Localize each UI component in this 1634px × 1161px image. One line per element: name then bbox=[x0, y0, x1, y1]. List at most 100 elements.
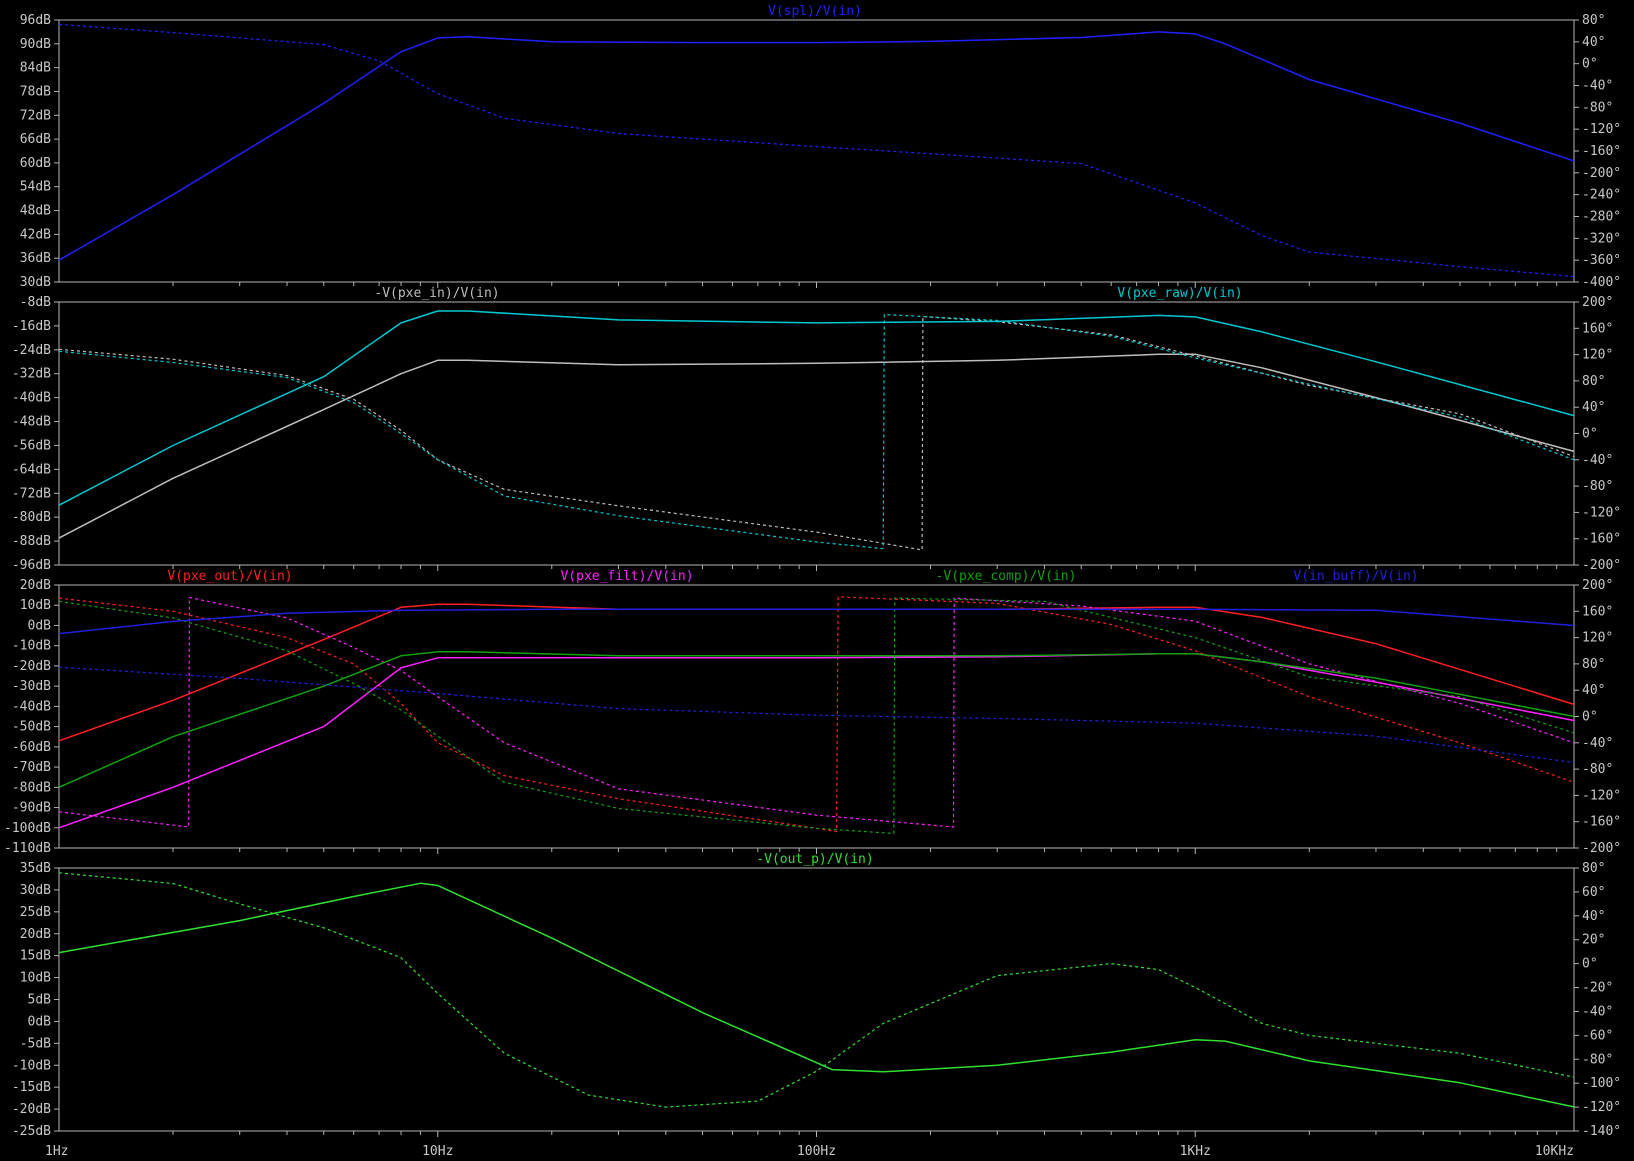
left-tick-label: -50dB bbox=[12, 720, 51, 735]
left-tick-label: -30dB bbox=[12, 679, 51, 694]
left-tick-label: 20dB bbox=[20, 927, 51, 942]
right-tick-label: -360° bbox=[1582, 253, 1621, 268]
series-magnitude-line bbox=[58, 653, 1575, 829]
right-tick-label: -120° bbox=[1582, 788, 1621, 803]
right-tick-label: -120° bbox=[1582, 505, 1621, 520]
left-tick-label: 84dB bbox=[20, 61, 51, 76]
x-tick-label: 10Hz bbox=[422, 1144, 453, 1159]
left-tick-label: -100dB bbox=[4, 821, 51, 836]
x-tick-label: 10KHz bbox=[1535, 1144, 1574, 1159]
right-tick-label: -100° bbox=[1582, 1076, 1621, 1091]
left-tick-label: -48dB bbox=[12, 415, 51, 430]
series-phase-line bbox=[58, 597, 1575, 835]
series-legend-label: -V(pxe_comp)/V(in) bbox=[936, 569, 1077, 584]
right-tick-label: 80° bbox=[1582, 13, 1605, 28]
left-tick-label: -80dB bbox=[12, 780, 51, 795]
pane-4: 35dB 30dB 25dB 20dB 15dB 10dB 5dB 0dB -5dB -10dB -… bbox=[12, 852, 1621, 1139]
series-legend-label: V(in_buff)/V(in) bbox=[1293, 569, 1418, 584]
right-tick-label: 40° bbox=[1582, 683, 1605, 698]
right-tick-label: -80° bbox=[1582, 479, 1613, 494]
left-tick-label: -24dB bbox=[12, 343, 51, 358]
left-tick-label: 10dB bbox=[20, 971, 51, 986]
left-tick-label: 48dB bbox=[20, 204, 51, 219]
pane-frame bbox=[58, 584, 1575, 849]
left-tick-label: 60dB bbox=[20, 156, 51, 171]
pane-2: -8dB -16dB -24dB -32dB -40dB -48dB -56dB -64dB -… bbox=[12, 286, 1621, 573]
left-tick-label: 66dB bbox=[20, 132, 51, 147]
series-legend-label: -V(out_p)/V(in) bbox=[756, 852, 873, 867]
right-tick-label: -200° bbox=[1582, 558, 1621, 573]
left-tick-label: -88dB bbox=[12, 534, 51, 549]
right-tick-label: -20° bbox=[1582, 981, 1613, 996]
right-tick-label: -40° bbox=[1582, 1004, 1613, 1019]
right-tick-label: -140° bbox=[1582, 1124, 1621, 1139]
right-tick-label: -200° bbox=[1582, 166, 1621, 181]
series-phase-line bbox=[58, 872, 1575, 1108]
left-tick-label: 10dB bbox=[20, 598, 51, 613]
right-tick-label: -160° bbox=[1582, 815, 1621, 830]
right-tick-label: 120° bbox=[1582, 348, 1613, 363]
left-tick-label: -10dB bbox=[12, 1058, 51, 1073]
left-tick-label: -5dB bbox=[20, 1036, 51, 1051]
right-tick-label: 20° bbox=[1582, 933, 1605, 948]
left-tick-label: -72dB bbox=[12, 486, 51, 501]
left-tick-label: -10dB bbox=[12, 639, 51, 654]
left-tick-label: -80dB bbox=[12, 510, 51, 525]
series-legend-label: V(pxe_out)/V(in) bbox=[167, 569, 292, 584]
right-tick-label: 80° bbox=[1582, 657, 1605, 672]
right-tick-label: 0° bbox=[1582, 427, 1598, 442]
right-tick-label: 160° bbox=[1582, 321, 1613, 336]
pane-frame bbox=[58, 867, 1575, 1132]
left-tick-label: 36dB bbox=[20, 251, 51, 266]
left-tick-label: 0dB bbox=[28, 1014, 52, 1029]
series-magnitude-line bbox=[58, 608, 1575, 635]
right-tick-label: 40° bbox=[1582, 909, 1605, 924]
left-tick-label: -56dB bbox=[12, 438, 51, 453]
series-legend-label: V(pxe_raw)/V(in) bbox=[1117, 286, 1242, 301]
right-tick-label: 80° bbox=[1582, 861, 1605, 876]
series-phase-line bbox=[58, 596, 1575, 833]
series-magnitude-line bbox=[58, 310, 1575, 506]
right-tick-label: -200° bbox=[1582, 841, 1621, 856]
left-tick-label: -90dB bbox=[12, 801, 51, 816]
series-phase-line bbox=[58, 23, 1575, 278]
left-tick-label: 0dB bbox=[28, 618, 52, 633]
pane-frame bbox=[58, 19, 1575, 283]
left-tick-label: 20dB bbox=[20, 578, 51, 593]
left-tick-label: 90dB bbox=[20, 37, 51, 52]
series-legend-label: -V(pxe_in)/V(in) bbox=[374, 286, 499, 301]
series-phase-line bbox=[58, 313, 1575, 550]
left-tick-label: 78dB bbox=[20, 84, 51, 99]
pane-1: 96dB 90dB 84dB 78dB 72dB 66dB 60dB 54dB 48dB 42dB… bbox=[20, 4, 1621, 290]
right-tick-label: -40° bbox=[1582, 79, 1613, 94]
right-tick-label: 200° bbox=[1582, 578, 1613, 593]
right-tick-label: -280° bbox=[1582, 210, 1621, 225]
series-phase-line bbox=[58, 315, 1575, 551]
left-tick-label: -20dB bbox=[12, 1102, 51, 1117]
right-tick-label: -320° bbox=[1582, 231, 1621, 246]
left-tick-label: -32dB bbox=[12, 367, 51, 382]
left-tick-label: 72dB bbox=[20, 108, 51, 123]
left-tick-label: 30dB bbox=[20, 275, 51, 290]
left-tick-label: -110dB bbox=[4, 841, 51, 856]
series-magnitude-line bbox=[58, 353, 1575, 539]
left-tick-label: -15dB bbox=[12, 1080, 51, 1095]
pane-3: 20dB 10dB 0dB -10dB -20dB -30dB -40dB -50dB -60d… bbox=[4, 569, 1621, 856]
left-tick-label: -25dB bbox=[12, 1124, 51, 1139]
series-magnitude-line bbox=[58, 651, 1575, 788]
series-legend-label: V(spl)/V(in) bbox=[768, 4, 862, 19]
right-tick-label: -80° bbox=[1582, 100, 1613, 115]
left-tick-label: -40dB bbox=[12, 391, 51, 406]
right-tick-label: 120° bbox=[1582, 631, 1613, 646]
series-phase-line bbox=[58, 596, 1575, 828]
right-tick-label: 40° bbox=[1582, 400, 1605, 415]
left-tick-label: 5dB bbox=[28, 993, 52, 1008]
right-tick-label: 60° bbox=[1582, 885, 1605, 900]
left-tick-label: -70dB bbox=[12, 760, 51, 775]
right-tick-label: 160° bbox=[1582, 604, 1613, 619]
right-tick-label: 80° bbox=[1582, 374, 1605, 389]
x-tick-label: 100Hz bbox=[797, 1144, 836, 1159]
left-tick-label: -64dB bbox=[12, 462, 51, 477]
left-tick-label: 54dB bbox=[20, 180, 51, 195]
pane-frame bbox=[58, 301, 1575, 566]
